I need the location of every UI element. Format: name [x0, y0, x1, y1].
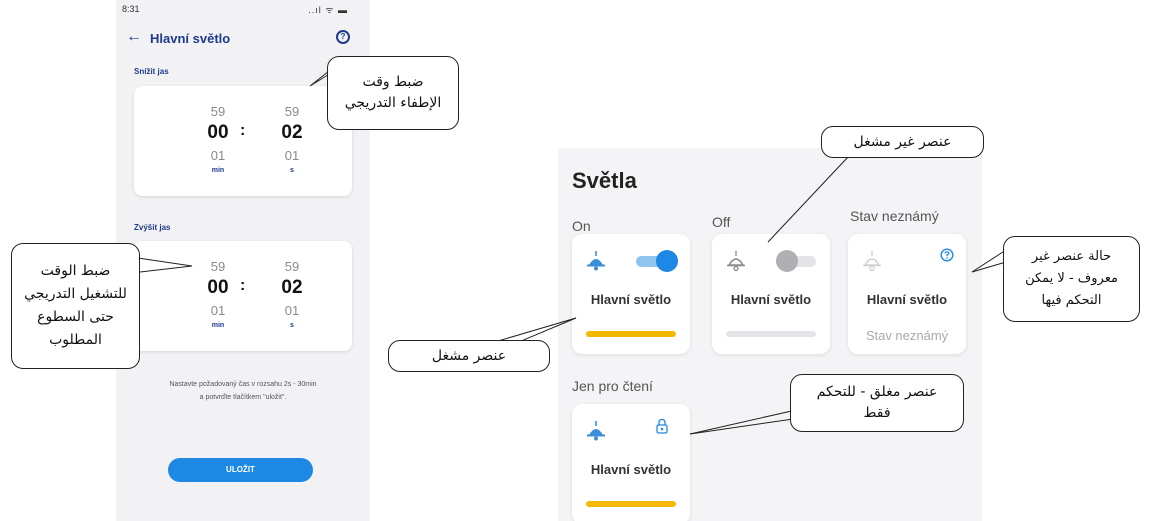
- lock-icon: [656, 418, 668, 434]
- callout-brighten-time: ضبط الوقت للتشغيل التدريجي حتى السطوع ال…: [11, 243, 140, 369]
- callout-inactive: عنصر غير مشغل: [821, 126, 984, 158]
- ceiling-lamp-icon: [587, 251, 605, 271]
- back-arrow-icon[interactable]: ←: [126, 28, 142, 46]
- page-title: Hlavní světlo: [150, 31, 231, 46]
- dim-minutes-value: 00: [207, 122, 229, 143]
- callout-dim-time: ضبط وقت الإطفاء التدريجي: [327, 56, 459, 130]
- brighten-minutes-value: 00: [207, 277, 229, 298]
- help-icon: [940, 248, 954, 262]
- callout-brighten-time-line-4: المطلوب: [49, 332, 102, 348]
- light-card-unknown: Hlavní světlo Stav neznámý: [848, 234, 966, 354]
- status-time: 8:31: [122, 4, 140, 14]
- callout-unknown-line-3: التحكم فيها: [1041, 293, 1102, 308]
- callout-brighten-time-line-2: للتشغيل التدريجي: [24, 286, 127, 302]
- brighten-seconds-wheel[interactable]: 59 02 01 s: [272, 259, 312, 329]
- brighten-seconds-value: 02: [281, 277, 303, 298]
- callout-locked-line-1: عنصر مغلق - للتحكم: [816, 384, 938, 400]
- callout-unknown-line-1: حالة عنصر غير: [1031, 249, 1112, 264]
- brightness-bar: [586, 331, 676, 337]
- dim-seconds-wheel[interactable]: 59 02 01 s: [272, 104, 312, 174]
- light-name: Hlavní světlo: [730, 292, 812, 307]
- dim-minutes-below: 01: [210, 148, 226, 163]
- range-hint: Nastavte požadovaný čas v rozsahu 2s - 3…: [122, 378, 364, 404]
- callout-brighten-time-line-3: حتى السطوع: [37, 309, 114, 325]
- dim-minutes-wheel[interactable]: 59 00 01 min: [198, 104, 238, 174]
- light-card-on[interactable]: Hlavní světlo: [572, 234, 690, 354]
- dim-time-picker[interactable]: 59 00 01 min : 59 02 01 s: [134, 86, 352, 196]
- group-label-unknown: Stav neznámý: [850, 208, 939, 224]
- power-toggle-on[interactable]: [636, 250, 678, 272]
- brighten-minutes-unit: min: [211, 322, 225, 329]
- callout-dim-time-line-2: الإطفاء التدريجي: [344, 95, 442, 111]
- brighten-seconds-below: 01: [284, 303, 300, 318]
- light-name: Hlavní světlo: [866, 292, 948, 307]
- toggle-knob: [776, 250, 798, 272]
- callout-locked-line-2: فقط: [863, 405, 891, 421]
- callout-active: عنصر مشغل: [388, 340, 550, 372]
- group-label-off: Off: [712, 214, 731, 230]
- ceiling-lamp-icon: [727, 251, 745, 272]
- brighten-minutes-above: 59: [210, 259, 226, 274]
- brightness-bar: [726, 331, 816, 337]
- brighten-minutes-wheel[interactable]: 59 00 01 min: [198, 259, 238, 329]
- brighten-time-picker[interactable]: 59 00 01 min : 59 02 01 s: [134, 241, 352, 351]
- toggle-knob: [656, 250, 678, 272]
- ceiling-lamp-icon: [587, 421, 605, 441]
- dim-section-label: Snížit jas: [134, 67, 169, 76]
- brighten-section-label: Zvýšit jas: [134, 223, 171, 232]
- callout-locked: عنصر مغلق - للتحكم فقط: [790, 374, 964, 432]
- brightness-bar: [586, 501, 676, 507]
- brighten-seconds-above: 59: [284, 259, 300, 274]
- light-name: Hlavní světlo: [590, 462, 672, 477]
- light-card-off[interactable]: Hlavní světlo: [712, 234, 830, 354]
- brighten-minutes-below: 01: [210, 303, 226, 318]
- dim-seconds-value: 02: [281, 122, 303, 143]
- app-bar: ← Hlavní světlo ?: [116, 24, 370, 54]
- dim-seconds-below: 01: [284, 148, 300, 163]
- brighten-seconds-unit: s: [290, 322, 294, 329]
- group-label-readonly: Jen pro čtení: [572, 378, 653, 394]
- status-bar: 8:31 ..ıl ᯤ ▬: [116, 0, 370, 16]
- group-label-on: On: [572, 218, 591, 234]
- callout-unknown-state: حالة عنصر غير معروف - لا يمكن التحكم فيه…: [1003, 236, 1140, 322]
- light-name: Hlavní světlo: [590, 292, 672, 307]
- lights-panel: Světla On Off Stav neznámý Jen pro čtení…: [558, 148, 982, 521]
- dim-minutes-unit: min: [211, 167, 225, 174]
- dim-separator: :: [240, 122, 246, 139]
- state-unknown-text: Stav neznámý: [865, 328, 949, 343]
- status-icons: ..ıl ᯤ ▬: [308, 5, 348, 15]
- callout-unknown-line-2: معروف - لا يمكن: [1025, 271, 1118, 286]
- lights-title: Světla: [572, 168, 637, 193]
- dim-seconds-unit: s: [290, 167, 294, 174]
- range-hint-line-1: Nastavte požadovaný čas v rozsahu 2s - 3…: [169, 381, 317, 388]
- dim-minutes-above: 59: [210, 104, 226, 119]
- light-card-readonly: Hlavní světlo: [572, 404, 690, 521]
- range-hint-line-2: a potvrďte tlačítkem "uložit".: [199, 394, 287, 401]
- power-toggle-off[interactable]: [776, 250, 818, 272]
- dim-seconds-above: 59: [284, 104, 300, 119]
- callout-brighten-time-line-1: ضبط الوقت: [40, 263, 111, 279]
- callout-dim-time-line-1: ضبط وقت: [362, 74, 424, 90]
- help-icon[interactable]: ?: [336, 30, 350, 44]
- save-button[interactable]: ULOŽIT: [168, 458, 313, 482]
- ceiling-lamp-icon: [863, 251, 881, 272]
- brighten-separator: :: [240, 277, 246, 294]
